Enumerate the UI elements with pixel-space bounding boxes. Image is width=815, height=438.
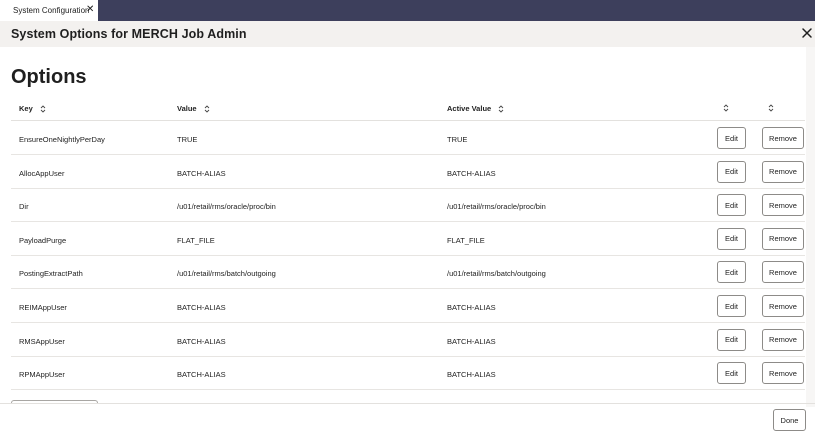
done-button[interactable]: Done (773, 409, 806, 431)
table-row: PostingExtractPath/u01/retail/rms/batch/… (11, 256, 805, 290)
cell-key: PostingExtractPath (19, 269, 83, 279)
edit-button[interactable]: Edit (717, 362, 746, 385)
dialog-title: System Options for MERCH Job Admin (11, 27, 247, 41)
remove-button[interactable]: Remove (762, 295, 804, 317)
edit-button[interactable]: Edit (717, 227, 746, 250)
column-header-label: Key (19, 104, 33, 113)
table-row: AllocAppUser BATCH-ALIAS BATCH-ALIAS Edit Re… (11, 156, 805, 189)
column-header-label: Value (177, 104, 197, 113)
cell-active-value: BATCH-ALIAS (447, 168, 496, 178)
sort-icon[interactable] (767, 103, 775, 113)
cell-value: BATCH-ALIAS (177, 168, 226, 178)
column-header-active-value[interactable]: Active Value (447, 104, 504, 113)
cell-active-value: BATCH-ALIAS (447, 336, 496, 346)
column-header-label: Active Value (447, 104, 492, 113)
cell-active-value: FLAT_FILE (447, 235, 485, 245)
remove-button[interactable]: Remove (762, 194, 804, 217)
cell-value: BATCH-ALIAS (177, 303, 226, 312)
remove-button[interactable]: Remove (762, 328, 804, 351)
cell-value: BATCH-ALIAS (177, 370, 226, 380)
tab-bar: System Configuration ✕ (0, 0, 815, 21)
edit-button[interactable]: Edit (717, 194, 746, 217)
column-header-key[interactable]: Key (19, 104, 46, 113)
tab-system-configuration[interactable]: System Configuration ✕ (0, 0, 98, 21)
sort-icon[interactable] (722, 103, 730, 113)
tab-label: System Configuration (13, 6, 90, 15)
cell-value: /u01/retail/rms/batch/outgoing (177, 269, 276, 279)
tab-close-icon[interactable]: ✕ (86, 4, 94, 16)
cell-active-value: /u01/retail/rms/oracle/proc/bin (447, 202, 546, 212)
sort-icon (498, 104, 504, 113)
cell-active-value: BATCH-ALIAS (447, 303, 496, 312)
remove-button[interactable]: Remove (762, 127, 804, 149)
sort-icon (40, 104, 46, 113)
cell-active-value: BATCH-ALIAS (447, 370, 496, 380)
close-icon[interactable] (800, 26, 814, 40)
table-row: EnsureOneNightlyPerDay TRUE TRUE Edit Remove (11, 122, 805, 155)
table-row: RMSAppUser BATCH-ALIAS BATCH-ALIAS Edit Remo… (11, 324, 805, 357)
cell-key: Dir (19, 202, 29, 212)
scrollbar[interactable] (806, 47, 815, 407)
table-row: PayloadPurge FLAT_FILE FLAT_FILE Edit Remove (11, 223, 805, 256)
cell-value: TRUE (177, 135, 198, 144)
cell-key: RPMAppUser (19, 370, 65, 380)
cell-key: AllocAppUser (19, 168, 65, 178)
remove-button[interactable]: Remove (762, 261, 804, 284)
dialog-header: System Options for MERCH Job Admin (0, 21, 815, 47)
cell-value: /u01/retail/rms/oracle/proc/bin (177, 202, 276, 212)
edit-button[interactable]: Edit (717, 127, 746, 149)
cell-key: RMSAppUser (19, 336, 65, 346)
edit-button[interactable]: Edit (717, 261, 746, 284)
table-row: Dir/u01/retail/rms/oracle/proc/bin/u01/r… (11, 189, 805, 223)
cell-key: PayloadPurge (19, 235, 67, 245)
sort-icon (204, 104, 209, 113)
remove-button[interactable]: Remove (762, 362, 804, 385)
edit-button[interactable]: Edit (717, 295, 746, 317)
cell-value: BATCH-ALIAS (177, 336, 226, 346)
cell-key: REIMAppUser (19, 303, 67, 312)
footer-divider (0, 403, 815, 404)
table-row: REIMAppUser BATCH-ALIAS BATCH-ALIAS Edit Rem… (11, 290, 805, 323)
cell-active-value: /u01/retail/rms/batch/outgoing (447, 269, 546, 279)
cell-active-value: TRUE (447, 135, 468, 144)
column-header-value[interactable]: Value (177, 104, 210, 113)
cell-key: EnsureOneNightlyPerDay (19, 135, 105, 144)
edit-button[interactable]: Edit (717, 160, 746, 183)
remove-button[interactable]: Remove (762, 160, 804, 183)
section-title: Options (11, 66, 87, 88)
edit-button[interactable]: Edit (717, 328, 746, 351)
cell-value: FLAT_FILE (177, 235, 215, 245)
table-row: RPMAppUser BATCH-ALIAS BATCH-ALIAS Edit Remo… (11, 357, 805, 391)
remove-button[interactable]: Remove (762, 227, 804, 250)
table-header: Key Value Active Value (11, 96, 805, 121)
